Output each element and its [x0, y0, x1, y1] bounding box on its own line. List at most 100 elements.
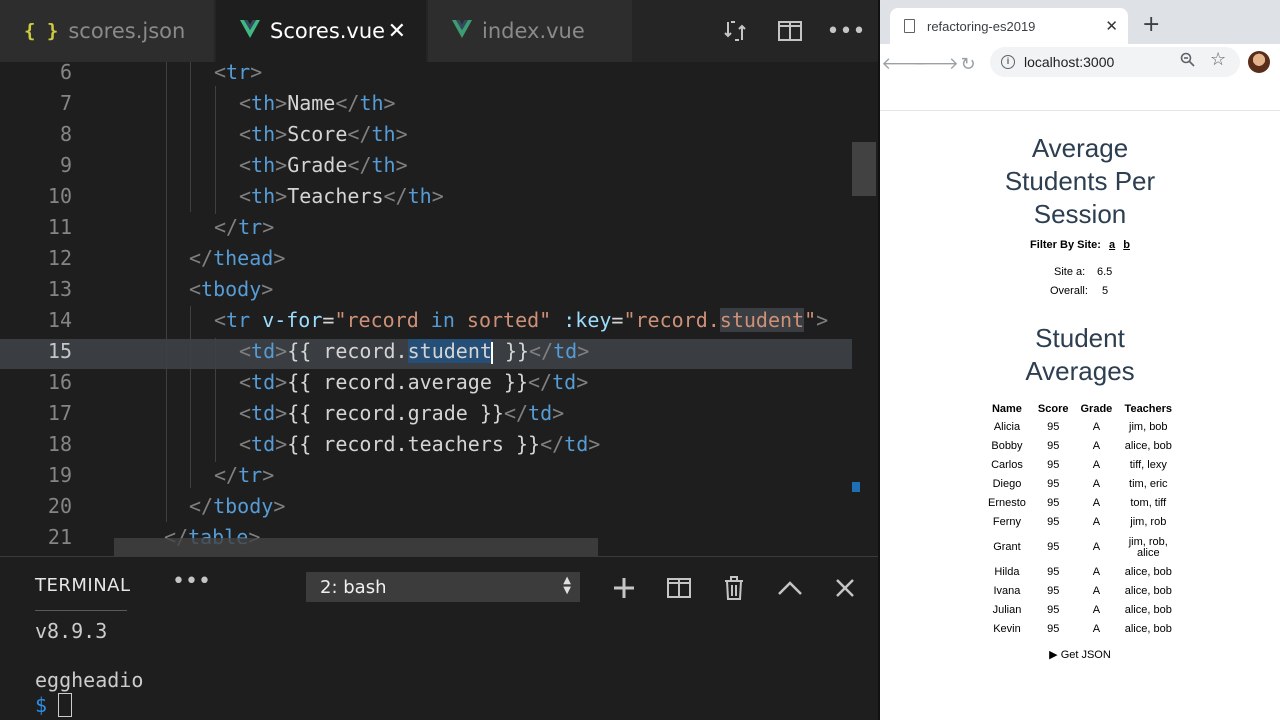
- terminal-shell-select[interactable]: 2: bash ▲ ▼: [306, 572, 580, 602]
- tab-index-vue[interactable]: index.vue: [428, 0, 632, 62]
- filter-label: Filter By Site:: [1030, 239, 1101, 251]
- profile-avatar[interactable]: [1248, 51, 1270, 73]
- split-editor-icon[interactable]: [773, 14, 807, 48]
- web-page-content: Average Students Per Session Filter By S…: [880, 111, 1280, 720]
- table-cell: tom, tiff: [1130, 497, 1167, 509]
- terminal-cursor[interactable]: [58, 693, 72, 717]
- table-cell: alice, bob: [1124, 623, 1172, 635]
- heading-line: Student: [1035, 323, 1125, 353]
- get-json-toggle[interactable]: ▶ Get JSON: [880, 648, 1280, 661]
- table-cell: Diego: [992, 478, 1022, 490]
- table-cell: Carlos: [991, 459, 1023, 471]
- stat-value: 6.5: [1097, 266, 1113, 278]
- stat-label: Site a:: [1054, 266, 1086, 278]
- table-cell: A: [1092, 541, 1101, 553]
- address-bar[interactable]: i localhost:3000: [990, 47, 1240, 77]
- reload-icon[interactable]: ↻: [956, 52, 980, 76]
- new-tab-icon[interactable]: +: [1142, 12, 1160, 37]
- new-terminal-icon[interactable]: [607, 571, 641, 605]
- tab-scores-json[interactable]: { } scores.json: [0, 0, 214, 62]
- table-cell: Julian: [992, 604, 1022, 616]
- indent-guide: [215, 86, 216, 214]
- filter-link-b[interactable]: b: [1123, 239, 1130, 251]
- table-cell: 95: [1047, 478, 1060, 490]
- column-header: Teachers: [1124, 403, 1173, 415]
- vertical-scrollbar-thumb[interactable]: [852, 142, 876, 196]
- code-editor: { } scores.json Scores.vue ✕ index.vue •…: [0, 0, 878, 720]
- code-area[interactable]: 6 7 8 9 10 11 12 13 14 15 16 17 18 19 20…: [0, 62, 878, 556]
- trash-icon[interactable]: [717, 571, 751, 605]
- code-line-9: <th>Grade</th>: [239, 153, 408, 177]
- terminal-tab-underline: [35, 610, 127, 611]
- browser-tab-title: refactoring-es2019: [927, 18, 1036, 34]
- more-actions-icon[interactable]: •••: [827, 14, 866, 48]
- more-icon[interactable]: •••: [172, 569, 211, 594]
- indent-guide: [190, 62, 191, 212]
- code-line-18: <td>{{ record.teachers }}</td>: [239, 432, 601, 456]
- table-cell: 95: [1047, 604, 1060, 616]
- table-cell: jim, rob, alice: [1128, 535, 1168, 559]
- forward-arrow-icon[interactable]: 🡒: [913, 52, 959, 76]
- table-cell: Ferny: [992, 516, 1022, 528]
- line-number: 8: [59, 122, 72, 146]
- table-header-row: Name Score Grade Teachers: [982, 400, 1178, 418]
- code-line-12: </thead>: [189, 246, 286, 270]
- table-row: Hilda 95 Aalice, bob: [982, 563, 1178, 582]
- line-number: 11: [47, 215, 72, 239]
- heading-line: Average: [1031, 133, 1129, 163]
- filter-link-a[interactable]: a: [1109, 239, 1115, 251]
- code-line-7: <th>Name</th>: [239, 91, 396, 115]
- horizontal-scrollbar-thumb[interactable]: [114, 538, 598, 556]
- line-number: 14: [47, 308, 72, 332]
- table-cell: 95: [1047, 566, 1060, 578]
- line-number: 18: [47, 432, 72, 456]
- code-line-6: <tr>: [214, 62, 263, 84]
- stat-value: 5: [1102, 285, 1109, 297]
- code-line-20: </tbody>: [189, 494, 286, 518]
- chevron-up-icon[interactable]: [773, 571, 807, 605]
- tab-label: scores.json: [68, 19, 186, 43]
- table-cell: A: [1092, 585, 1101, 597]
- column-header: Name: [991, 403, 1022, 415]
- tab-scores-vue[interactable]: Scores.vue ✕: [216, 0, 426, 62]
- bookmark-star-icon[interactable]: ☆: [1210, 49, 1226, 70]
- browser-tab-strip: refactoring-es2019 ✕ +: [880, 0, 1280, 44]
- close-tab-icon[interactable]: ✕: [1105, 17, 1118, 35]
- selected-text: student: [407, 339, 492, 363]
- table-cell: A: [1092, 440, 1101, 452]
- table-row: Bobby 95 Aalice, bob: [982, 437, 1178, 456]
- site-info-icon[interactable]: i: [1001, 55, 1015, 69]
- select-arrows-icon: ▲ ▼: [563, 575, 571, 596]
- stat-label: Overall:: [1050, 285, 1088, 297]
- open-changes-icon[interactable]: [718, 14, 752, 48]
- page-heading-1: Average Students Per Session: [880, 132, 1280, 231]
- table-cell: A: [1092, 623, 1101, 635]
- line-number: 7: [59, 91, 72, 115]
- table-cell: A: [1092, 497, 1101, 509]
- line-number: 9: [59, 153, 72, 177]
- table-body: Alicia 95 Ajim, bob Bobby 95 Aalice, bob Carlo…: [982, 418, 1178, 639]
- table-cell: Hilda: [994, 566, 1020, 578]
- table-cell: 95: [1047, 497, 1060, 509]
- split-terminal-icon[interactable]: [662, 571, 696, 605]
- table-cell: A: [1092, 478, 1101, 490]
- heading-line: Students Per: [1004, 166, 1156, 196]
- table-cell: Alicia: [993, 421, 1021, 433]
- table-row: Grant 95 Ajim, rob, alice: [982, 532, 1178, 563]
- close-panel-icon[interactable]: [828, 571, 862, 605]
- table-cell: 95: [1047, 585, 1060, 597]
- zoom-icon[interactable]: [1180, 52, 1195, 71]
- table-cell: jim, bob: [1129, 421, 1168, 433]
- browser-tab[interactable]: refactoring-es2019 ✕: [890, 8, 1128, 44]
- tab-label: Scores.vue: [270, 19, 386, 43]
- close-tab-icon[interactable]: ✕: [388, 19, 406, 44]
- line-number: 6: [59, 62, 72, 84]
- table-cell: Bobby: [991, 440, 1023, 452]
- code-line-17: <td>{{ record.grade }}</td>: [239, 401, 565, 425]
- terminal-tab-title[interactable]: TERMINAL: [35, 575, 131, 596]
- line-number: 17: [47, 401, 72, 425]
- column-header: Grade: [1080, 403, 1113, 415]
- table-cell: tiff, lexy: [1129, 459, 1167, 471]
- heading-line: Averages: [1025, 356, 1135, 386]
- table-row: Ivana 95 Aalice, bob: [982, 582, 1178, 601]
